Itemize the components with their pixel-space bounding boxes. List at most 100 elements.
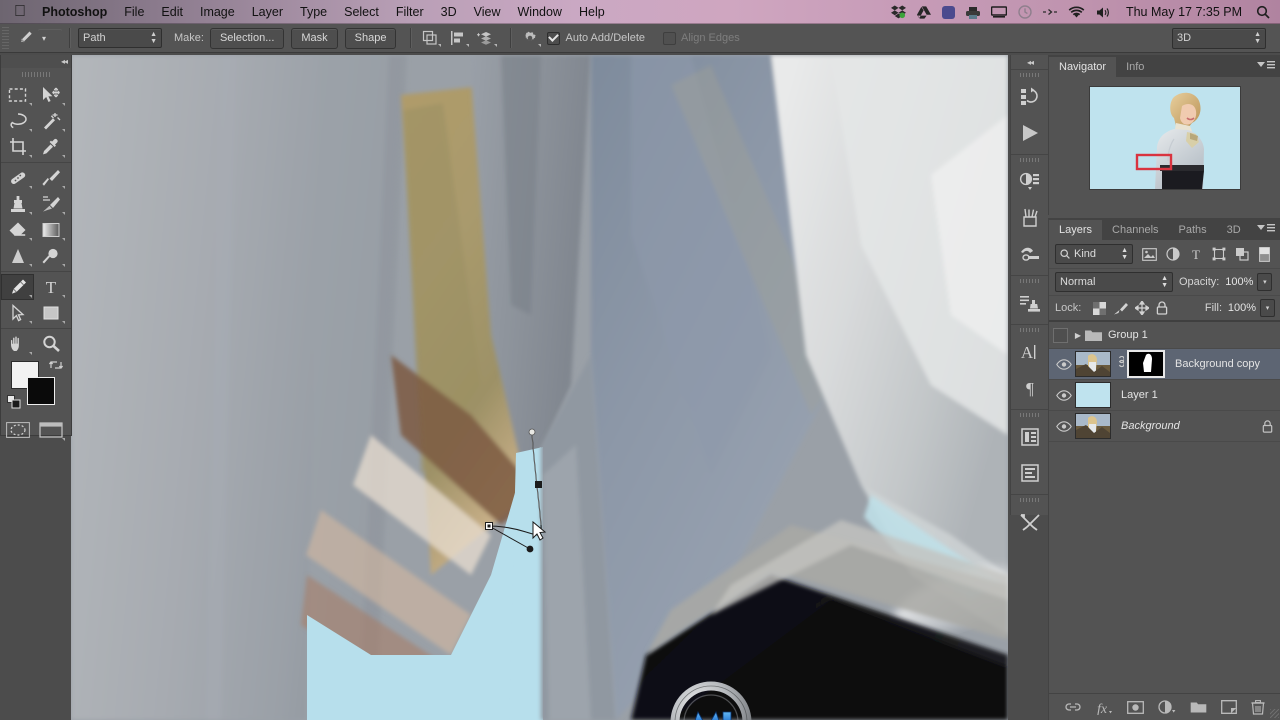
pen-tool[interactable] — [1, 274, 34, 300]
path-arrangement-icon[interactable] — [475, 28, 498, 48]
panel-resize-grip[interactable] — [1270, 709, 1279, 718]
type-tool[interactable]: T — [34, 274, 67, 300]
app-icon[interactable] — [941, 5, 955, 19]
workspace-select[interactable]: 3D ▲ ▼ — [1172, 27, 1266, 49]
shape-filter-icon[interactable] — [1208, 244, 1229, 264]
lock-position-icon[interactable] — [1135, 301, 1150, 315]
double-chevron-left-icon[interactable]: ◂◂ — [61, 57, 68, 66]
tools-wrench-icon[interactable] — [1011, 504, 1049, 540]
layer-mask-thumbnail[interactable] — [1127, 350, 1165, 378]
chevron-right-icon[interactable]: ▶ — [1071, 331, 1085, 340]
opacity-dropdown-caret[interactable]: ▾ — [1257, 273, 1273, 291]
options-bar-grip[interactable] — [2, 27, 9, 49]
tab-navigator[interactable]: Navigator — [1049, 57, 1117, 77]
visibility-toggle[interactable] — [1053, 389, 1075, 401]
layer-row-layer-1[interactable]: Layer 1 — [1049, 380, 1280, 411]
menu-item-select[interactable]: Select — [344, 5, 379, 19]
menu-item-file[interactable]: File — [124, 5, 144, 19]
display-icon[interactable] — [990, 6, 1007, 18]
pixel-filter-icon[interactable] — [1139, 244, 1160, 264]
eraser-tool[interactable] — [1, 217, 34, 243]
navigator-thumbnail[interactable] — [1089, 86, 1241, 190]
layer-thumbnail[interactable] — [1075, 382, 1111, 408]
history-brush-tool[interactable] — [34, 191, 67, 217]
new-layer-icon[interactable] — [1221, 700, 1237, 714]
dock-grip[interactable] — [1011, 70, 1049, 79]
layer-style-fx-icon[interactable]: fx — [1095, 700, 1113, 715]
make-mask-button[interactable]: Mask — [291, 27, 338, 49]
tab-3d[interactable]: 3D — [1217, 220, 1251, 240]
blend-mode-select[interactable]: Normal ▲ ▼ — [1055, 272, 1173, 292]
google-drive-icon[interactable] — [916, 5, 931, 19]
layer-thumbnail[interactable] — [1075, 351, 1111, 377]
healing-brush-tool[interactable] — [1, 165, 34, 191]
volume-icon[interactable] — [1096, 6, 1112, 19]
zoom-tool[interactable] — [34, 331, 67, 357]
menu-item-help[interactable]: Help — [579, 5, 605, 19]
layer-name[interactable]: Layer 1 — [1121, 389, 1158, 401]
make-selection-button[interactable]: Selection... — [209, 27, 285, 49]
tab-layers[interactable]: Layers — [1049, 220, 1103, 240]
hand-tool[interactable] — [1, 331, 34, 357]
notes-icon[interactable] — [1011, 419, 1049, 455]
link-mask-icon[interactable] — [1115, 356, 1124, 372]
auto-add-delete-checkbox[interactable] — [547, 31, 561, 45]
marquee-tool[interactable] — [1, 82, 34, 108]
magic-wand-tool[interactable] — [34, 108, 67, 134]
menu-item-edit[interactable]: Edit — [161, 5, 183, 19]
tab-paths[interactable]: Paths — [1169, 220, 1217, 240]
background-color-swatch[interactable] — [27, 377, 55, 405]
tools-panel-grip[interactable] — [1, 68, 71, 80]
type-filter-icon[interactable]: T — [1185, 244, 1206, 264]
smart-object-filter-icon[interactable] — [1231, 244, 1252, 264]
panel-menu-icon[interactable] — [1257, 223, 1275, 233]
menu-item-view[interactable]: View — [474, 5, 501, 19]
layer-row-background[interactable]: Background — [1049, 411, 1280, 442]
swap-colors-icon[interactable] — [49, 359, 63, 371]
layer-name[interactable]: Background — [1121, 420, 1180, 432]
character-icon[interactable]: A — [1011, 334, 1049, 370]
pen-tool-icon[interactable] — [12, 27, 38, 49]
delete-layer-icon[interactable] — [1251, 699, 1265, 715]
layer-row-background-copy[interactable]: Background copy — [1049, 349, 1280, 380]
visibility-toggle[interactable] — [1053, 420, 1075, 432]
menu-item-window[interactable]: Window — [518, 5, 562, 19]
eyedropper-tool[interactable] — [34, 134, 67, 160]
menu-item-photoshop[interactable]: Photoshop — [42, 5, 107, 19]
visibility-toggle[interactable] — [1053, 358, 1075, 370]
tool-presets-icon[interactable] — [1011, 236, 1049, 272]
clone-source-icon[interactable] — [1011, 285, 1049, 321]
rectangle-tool[interactable] — [34, 300, 67, 326]
dock-grip[interactable] — [1011, 325, 1049, 334]
layer-name[interactable]: Background copy — [1175, 358, 1260, 370]
dock-grip[interactable] — [1011, 276, 1049, 285]
link-layers-icon[interactable] — [1065, 700, 1081, 714]
lock-transparent-icon[interactable] — [1093, 301, 1107, 315]
visibility-toggle[interactable] — [1049, 327, 1071, 343]
quick-mask-icon[interactable] — [1, 417, 34, 443]
gradient-tool[interactable] — [34, 217, 67, 243]
apple-logo-icon[interactable]:  — [14, 4, 26, 20]
dock-grip[interactable] — [1011, 410, 1049, 419]
make-shape-button[interactable]: Shape — [344, 27, 397, 49]
layer-row-group[interactable]: ▶ Group 1 — [1049, 322, 1280, 349]
layer-filter-kind-select[interactable]: Kind ▲ ▼ — [1055, 244, 1133, 264]
menu-item-layer[interactable]: Layer — [252, 5, 283, 19]
adjustments-icon[interactable] — [1011, 164, 1049, 200]
brush-tool[interactable] — [34, 165, 67, 191]
menu-item-image[interactable]: Image — [200, 5, 235, 19]
fill-dropdown-caret[interactable]: ▾ — [1260, 299, 1275, 317]
menu-item-filter[interactable]: Filter — [396, 5, 424, 19]
dock-collapse-button[interactable]: ◂◂ — [1011, 55, 1049, 69]
path-operations-icon[interactable] — [419, 28, 442, 48]
actions-play-icon[interactable] — [1011, 115, 1049, 151]
clone-stamp-tool[interactable] — [1, 191, 34, 217]
dodge-tool[interactable] — [34, 243, 67, 269]
dock-grip[interactable] — [1011, 155, 1049, 164]
time-machine-icon[interactable] — [1018, 5, 1032, 19]
filter-toggle-icon[interactable] — [1254, 244, 1275, 264]
default-colors-icon[interactable] — [7, 395, 21, 409]
menu-item-3d[interactable]: 3D — [441, 5, 457, 19]
new-group-icon[interactable] — [1190, 701, 1207, 714]
paragraph-icon[interactable]: ¶ — [1011, 370, 1049, 406]
